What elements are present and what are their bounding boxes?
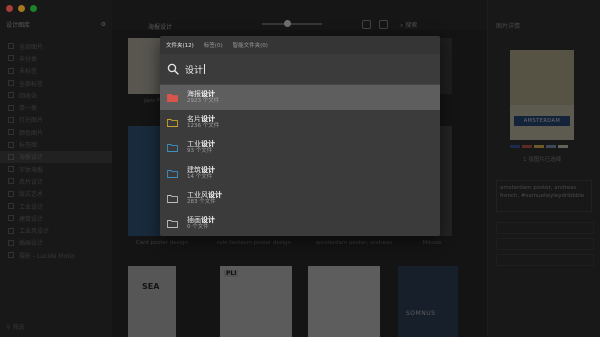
folder-icon xyxy=(167,194,178,203)
result-name: 工业风设计 xyxy=(187,191,222,199)
search-result-item[interactable]: 工业风设计 283 个文件 xyxy=(160,186,440,211)
search-filter-tabs: 文件夹(12) 标签(0) 智能文件夹(0) xyxy=(160,36,440,54)
folder-icon xyxy=(167,144,178,153)
result-name-match: 设计 xyxy=(201,216,215,225)
quick-search-panel: 文件夹(12) 标签(0) 智能文件夹(0) 设计 海报设计 2923 个文件 名片设计… xyxy=(160,36,440,236)
result-count: 2923 个文件 xyxy=(187,98,220,105)
result-name-match: 设计 xyxy=(201,90,215,99)
result-count: 283 个文件 xyxy=(187,198,216,205)
search-result-item[interactable]: 插画设计 0 个文件 xyxy=(160,211,440,236)
result-text: 工业风设计 283 个文件 xyxy=(187,191,222,206)
result-count: 0 个文件 xyxy=(187,224,209,231)
result-text: 海报设计 2923 个文件 xyxy=(187,90,219,105)
result-name-prefix: 工业风 xyxy=(187,190,208,199)
filter-tab[interactable]: 文件夹(12) xyxy=(166,41,194,49)
result-name-match: 设计 xyxy=(208,190,222,199)
result-count: 14 个文件 xyxy=(187,173,213,180)
folder-icon xyxy=(167,119,178,128)
folder-icon xyxy=(167,94,178,103)
result-text: 插画设计 0 个文件 xyxy=(187,216,215,231)
result-name: 建筑设计 xyxy=(187,166,215,174)
result-name-prefix: 插画 xyxy=(187,216,201,225)
search-result-item[interactable]: 工业设计 93 个文件 xyxy=(160,135,440,160)
result-text: 建筑设计 14 个文件 xyxy=(187,166,215,181)
filter-tab[interactable]: 智能文件夹(0) xyxy=(233,41,268,49)
text-cursor xyxy=(204,64,206,74)
search-result-item[interactable]: 建筑设计 14 个文件 xyxy=(160,161,440,186)
result-count: 93 个文件 xyxy=(187,148,213,155)
result-text: 工业设计 93 个文件 xyxy=(187,140,215,155)
result-name-prefix: 建筑 xyxy=(187,165,201,174)
result-count: 1236 个文件 xyxy=(187,123,220,130)
result-name-match: 设计 xyxy=(201,165,215,174)
result-name-prefix: 海报 xyxy=(187,90,201,99)
filter-tab[interactable]: 标签(0) xyxy=(204,41,223,49)
result-name: 插画设计 xyxy=(187,216,215,224)
search-result-item[interactable]: 名片设计 1236 个文件 xyxy=(160,110,440,135)
search-results: 海报设计 2923 个文件 名片设计 1236 个文件 工业设计 93 个文件 建筑设计 14… xyxy=(160,85,440,236)
result-name: 海报设计 xyxy=(187,90,219,98)
app-window: 设计图库 ⚙ 全部图片 未分类 未标签 全部标签 回收站 单一类 灯光图片 颜色图片 标签图 海报… xyxy=(0,0,600,337)
search-row: 设计 xyxy=(160,54,440,85)
folder-icon xyxy=(167,220,178,228)
search-result-item[interactable]: 海报设计 2923 个文件 xyxy=(160,85,440,111)
search-icon xyxy=(167,63,179,75)
folder-icon xyxy=(167,169,178,178)
result-text: 名片设计 1236 个文件 xyxy=(187,115,219,130)
search-input[interactable]: 设计 xyxy=(185,63,203,76)
